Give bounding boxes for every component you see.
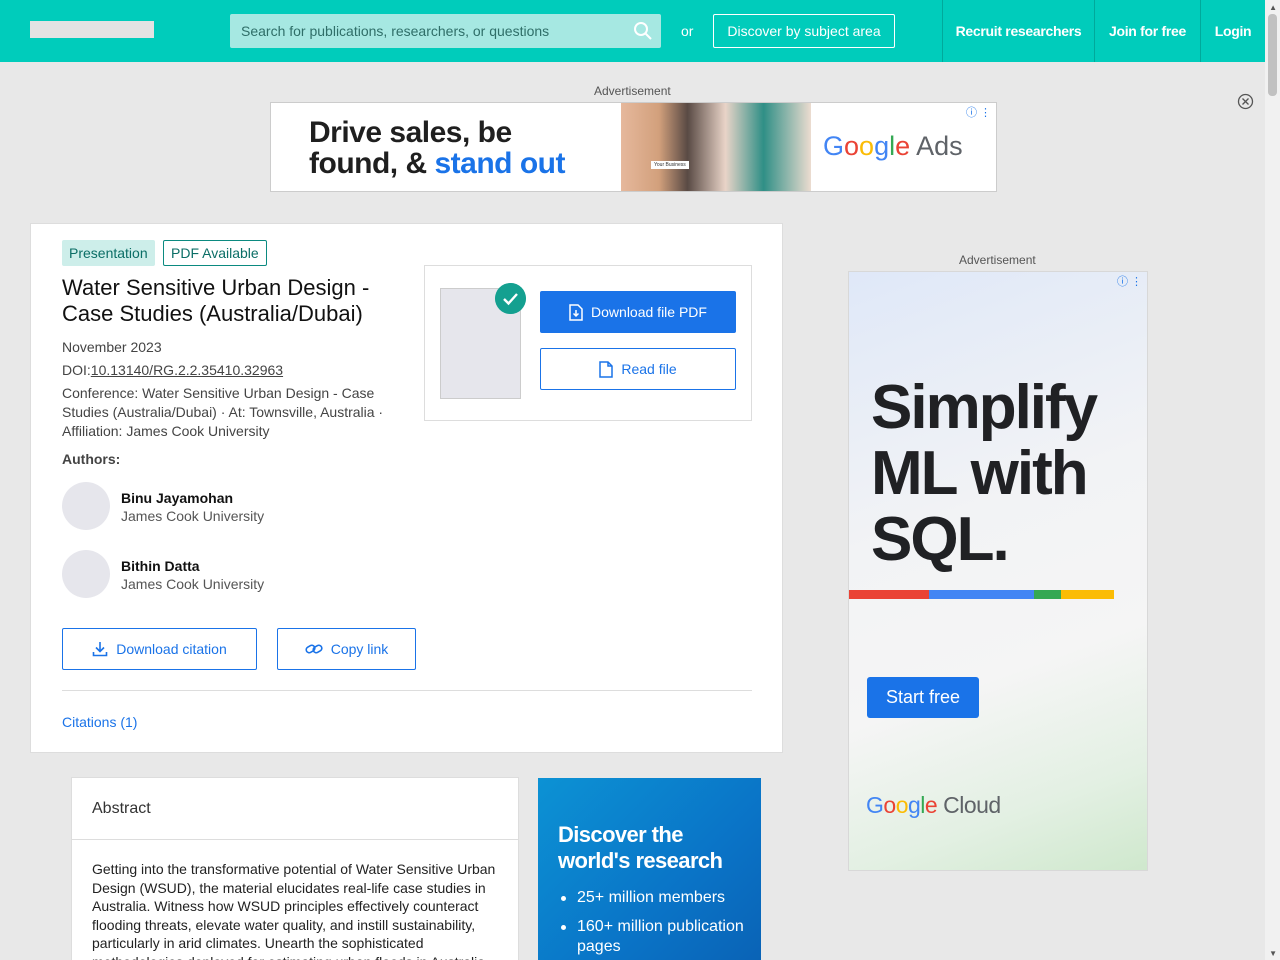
tab-citations[interactable]: Citations (1): [62, 714, 137, 730]
read-file-label: Read file: [621, 361, 677, 377]
ad-info-icon[interactable]: ⓘ ⋮: [1117, 273, 1142, 289]
file-download-icon: [569, 303, 583, 321]
promo-item-members: 25+ million members: [558, 888, 758, 908]
page-scrollbar[interactable]: ▲ ▼: [1265, 0, 1280, 960]
page-title: Water Sensitive Urban Design - Case Stud…: [62, 275, 370, 326]
promo-item-pages: 160+ million publication pages: [558, 917, 758, 957]
scroll-thumb[interactable]: [1268, 14, 1277, 96]
abstract-heading: Abstract: [92, 800, 151, 817]
close-ad-icon[interactable]: [1237, 93, 1254, 110]
copy-link-label: Copy link: [330, 641, 389, 657]
scroll-down-arrow-icon[interactable]: ▼: [1269, 949, 1277, 958]
author-item[interactable]: Binu Jayamohan James Cook University: [62, 482, 362, 530]
author-name[interactable]: Bithin Datta: [121, 558, 200, 574]
login-link[interactable]: Login: [1200, 0, 1265, 62]
promo-list: 25+ million members 160+ million publica…: [558, 888, 758, 960]
authors-label: Authors:: [62, 451, 121, 467]
doi-label: DOI:: [62, 362, 91, 378]
or-separator: or: [681, 23, 694, 39]
site-logo[interactable]: [30, 21, 154, 38]
promo-title: Discover the world's research: [558, 822, 723, 873]
ad-info-icon[interactable]: ⓘ ⋮: [966, 104, 991, 120]
top-navigation-bar: or Discover by subject area Recruit rese…: [0, 0, 1265, 62]
top-banner-ad[interactable]: Drive sales, be found, & stand out Your …: [270, 102, 997, 192]
conference-info: Conference: Water Sensitive Urban Design…: [62, 385, 384, 439]
top-ad-label: Advertisement: [594, 84, 671, 98]
publication-type-badge: Presentation: [62, 240, 155, 266]
abstract-text: Getting into the transformative potentia…: [92, 861, 496, 960]
download-citation-button[interactable]: Download citation: [62, 628, 257, 670]
publication-card: Presentation PDF Available Water Sensiti…: [30, 223, 783, 753]
author-affiliation: James Cook University: [121, 576, 265, 592]
download-citation-label: Download citation: [116, 641, 227, 657]
file-icon: [599, 360, 614, 378]
link-icon: [305, 644, 323, 654]
abstract-panel: Abstract Getting into the transformative…: [71, 777, 519, 960]
doi-link[interactable]: 10.13140/RG.2.2.35410.32963: [91, 362, 283, 378]
section-divider: [62, 690, 752, 691]
pdf-available-badge: PDF Available: [163, 240, 267, 266]
author-item[interactable]: Bithin Datta James Cook University: [62, 550, 362, 598]
abstract-header: Abstract: [72, 778, 518, 840]
top-ad-photo: Your Business: [621, 103, 811, 191]
stripe-yellow: [1061, 590, 1114, 599]
search-icon[interactable]: [633, 21, 653, 41]
read-file-button[interactable]: Read file: [540, 348, 736, 390]
search-input[interactable]: [230, 14, 630, 48]
doi-line: DOI:10.13140/RG.2.2.35410.32963: [62, 361, 283, 380]
stripe-blue: [929, 590, 1034, 599]
copy-link-button[interactable]: Copy link: [277, 628, 416, 670]
download-pdf-label: Download file PDF: [591, 304, 707, 320]
avatar[interactable]: [62, 550, 110, 598]
recruit-researchers-link[interactable]: Recruit researchers: [942, 0, 1094, 62]
author-affiliation: James Cook University: [121, 508, 265, 524]
start-free-button[interactable]: Start free: [867, 677, 979, 718]
join-for-free-link[interactable]: Join for free: [1094, 0, 1200, 62]
stripe-green: [1034, 590, 1061, 599]
scroll-up-arrow-icon[interactable]: ▲: [1269, 3, 1277, 12]
top-ad-photo-caption: Your Business: [651, 161, 689, 169]
google-cloud-logo: Google Cloud: [866, 792, 1001, 818]
search-box: [230, 14, 661, 48]
checkmark-icon: [495, 283, 526, 314]
avatar[interactable]: [62, 482, 110, 530]
side-banner-ad[interactable]: ⓘ ⋮ Simplify ML with SQL. Start free Goo…: [848, 271, 1148, 871]
top-ad-headline: Drive sales, be found, & stand out: [309, 116, 565, 180]
download-icon: [92, 642, 108, 657]
discover-research-promo[interactable]: Discover the world's research 25+ millio…: [538, 778, 761, 960]
stripe-red: [849, 590, 929, 599]
discover-by-subject-button[interactable]: Discover by subject area: [713, 14, 895, 48]
download-pdf-button[interactable]: Download file PDF: [540, 291, 736, 333]
side-ad-headline: Simplify ML with SQL.: [871, 373, 1098, 574]
side-ad-label: Advertisement: [959, 253, 1036, 267]
publication-date: November 2023: [62, 339, 162, 355]
author-name[interactable]: Binu Jayamohan: [121, 490, 233, 506]
pdf-download-panel: Download file PDF Read file: [424, 265, 752, 421]
google-ads-logo: Google Ads: [823, 131, 963, 161]
